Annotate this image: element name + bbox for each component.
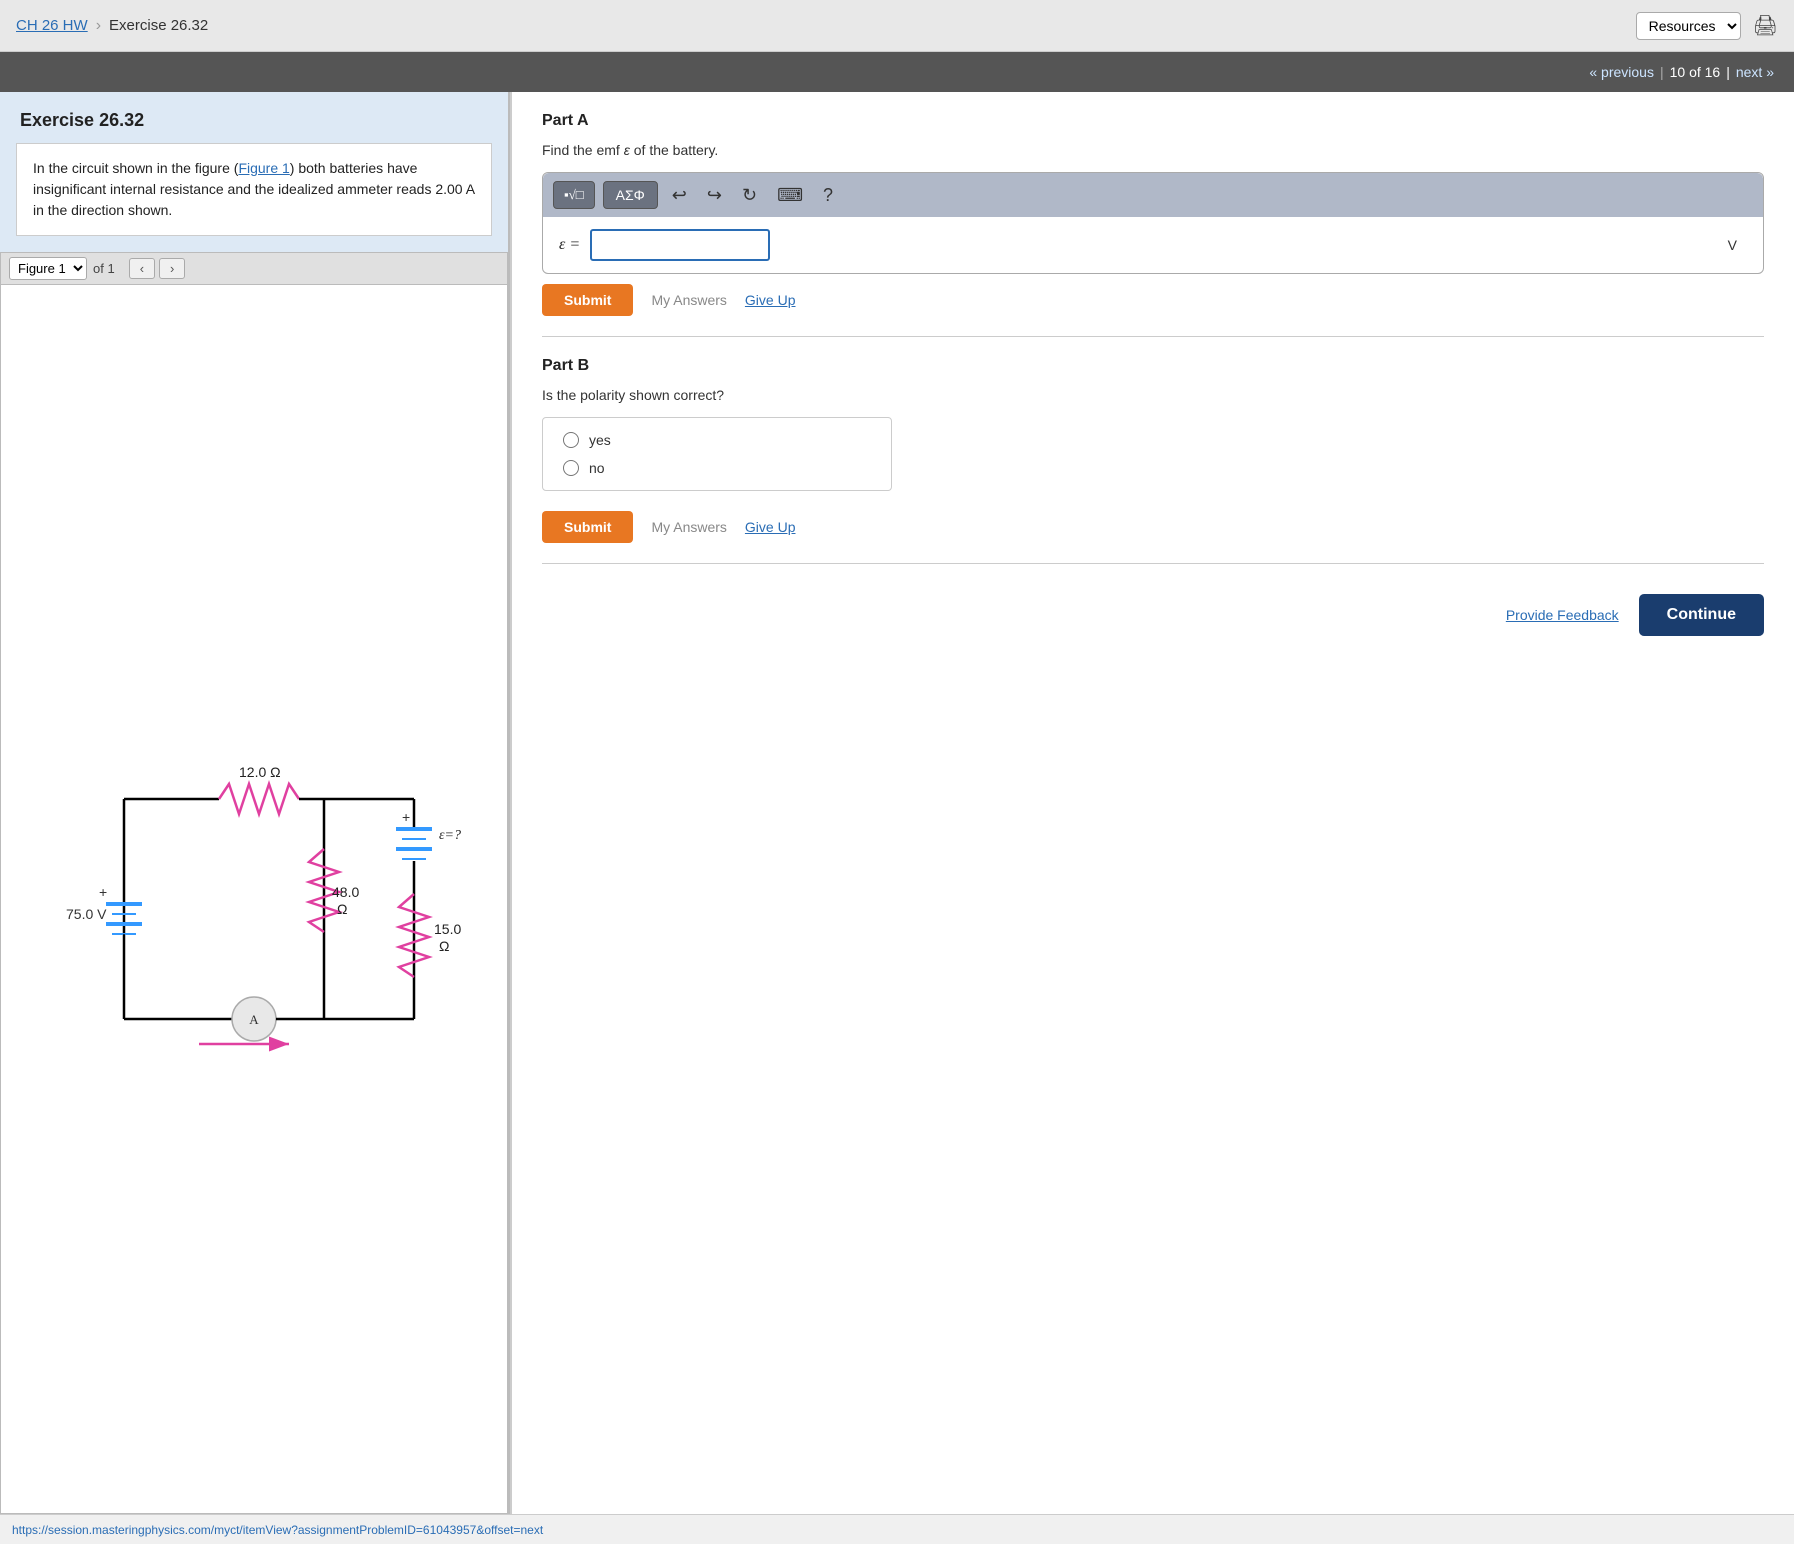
continue-btn[interactable]: Continue	[1639, 594, 1764, 636]
part-a-give-up[interactable]: Give Up	[745, 292, 796, 308]
svg-text:75.0 V: 75.0 V	[66, 906, 107, 922]
breadcrumb-exercise: Exercise 26.32	[109, 17, 208, 34]
breadcrumb-arrow: ›	[96, 17, 101, 35]
part-b-my-answers[interactable]: My Answers	[651, 519, 726, 535]
svg-text:15.0: 15.0	[434, 921, 461, 937]
figure-link[interactable]: Figure 1	[238, 160, 289, 176]
page-count: 10 of 16	[1670, 64, 1721, 80]
svg-text:Ω: Ω	[439, 938, 449, 954]
pagination-bar: « previous | 10 of 16 | next »	[0, 52, 1794, 92]
svg-text:+: +	[99, 884, 107, 900]
left-panel: Exercise 26.32 In the circuit shown in t…	[0, 92, 510, 1514]
undo-btn[interactable]: ↩	[666, 183, 693, 208]
eq-toolbar: ▪√□ ΑΣΦ ↩ ↪ ↻ ⌨ ?	[543, 173, 1763, 217]
emf-input[interactable]	[590, 229, 770, 261]
svg-text:ε=?: ε=?	[439, 828, 461, 843]
emf-unit: V	[1728, 237, 1737, 253]
svg-text:12.0 Ω: 12.0 Ω	[239, 764, 281, 780]
pagination-divider: |	[1660, 64, 1664, 80]
svg-text:+: +	[402, 809, 410, 825]
circuit-diagram: A 12.0 Ω	[44, 719, 464, 1079]
exercise-title: Exercise 26.32	[0, 92, 508, 143]
math-template-btn[interactable]: ▪√□	[553, 181, 595, 209]
radio-yes-label: yes	[589, 432, 611, 448]
breadcrumb-ch26[interactable]: CH 26 HW	[16, 17, 88, 34]
figure-prev-btn[interactable]: ‹	[129, 258, 155, 279]
redo-btn[interactable]: ↪	[701, 183, 728, 208]
figure-of-count: of 1	[93, 261, 115, 276]
part-a-submit-row: Submit My Answers Give Up	[542, 284, 1764, 316]
radio-no-label: no	[589, 460, 605, 476]
main-layout: Exercise 26.32 In the circuit shown in t…	[0, 92, 1794, 1514]
part-a-instruction: Find the emf ε of the battery.	[542, 142, 1764, 158]
part-a-title: Part A	[542, 112, 1764, 130]
figure-nav: ‹ ›	[129, 258, 186, 279]
radio-yes-input[interactable]	[563, 432, 579, 448]
figure-next-btn[interactable]: ›	[159, 258, 185, 279]
part-a-section: Part A Find the emf ε of the battery. ▪√…	[542, 112, 1764, 337]
part-b-submit-btn[interactable]: Submit	[542, 511, 633, 543]
help-btn[interactable]: ?	[817, 183, 839, 208]
part-b-instruction: Is the polarity shown correct?	[542, 387, 1764, 403]
bottom-action-row: Provide Feedback Continue	[542, 594, 1764, 636]
provide-feedback-link[interactable]: Provide Feedback	[1506, 607, 1619, 623]
status-url: https://session.masteringphysics.com/myc…	[12, 1523, 543, 1537]
print-icon[interactable]: 🖨	[1753, 13, 1778, 38]
resources-select[interactable]: Resources	[1636, 12, 1741, 40]
refresh-btn[interactable]: ↻	[736, 183, 763, 208]
figure-image-area: A 12.0 Ω	[0, 284, 508, 1514]
radio-no[interactable]: no	[563, 460, 871, 476]
eq-input-row: ε = V	[543, 217, 1763, 273]
radio-box: yes no	[542, 417, 892, 491]
part-b-give-up[interactable]: Give Up	[745, 519, 796, 535]
figure-container: Figure 1 of 1 ‹ › A	[0, 252, 508, 1514]
part-b-section: Part B Is the polarity shown correct? ye…	[542, 357, 1764, 564]
problem-description: In the circuit shown in the figure (Figu…	[16, 143, 492, 236]
radio-yes[interactable]: yes	[563, 432, 871, 448]
greek-symbol-btn[interactable]: ΑΣΦ	[603, 181, 658, 209]
pagination-divider2: |	[1726, 64, 1730, 80]
radio-no-input[interactable]	[563, 460, 579, 476]
keyboard-btn[interactable]: ⌨	[771, 183, 809, 208]
part-a-submit-btn[interactable]: Submit	[542, 284, 633, 316]
emf-label: ε =	[559, 236, 580, 254]
svg-text:48.0: 48.0	[332, 884, 359, 900]
part-b-title: Part B	[542, 357, 1764, 375]
equation-editor: ▪√□ ΑΣΦ ↩ ↪ ↻ ⌨ ? ε = V	[542, 172, 1764, 274]
top-nav: CH 26 HW › Exercise 26.32 Resources 🖨	[0, 0, 1794, 52]
part-a-my-answers[interactable]: My Answers	[651, 292, 726, 308]
status-bar: https://session.masteringphysics.com/myc…	[0, 1514, 1794, 1544]
figure-label-select[interactable]: Figure 1	[9, 257, 87, 280]
svg-text:Ω: Ω	[337, 901, 347, 917]
prev-link[interactable]: « previous	[1589, 64, 1654, 80]
nav-right: Resources 🖨	[1636, 12, 1778, 40]
desc-text1: In the circuit shown in the figure (	[33, 160, 238, 176]
figure-header: Figure 1 of 1 ‹ ›	[0, 252, 508, 284]
svg-text:A: A	[249, 1012, 259, 1027]
right-panel: Part A Find the emf ε of the battery. ▪√…	[512, 92, 1794, 1514]
next-link[interactable]: next »	[1736, 64, 1774, 80]
part-b-submit-row: Submit My Answers Give Up	[542, 511, 1764, 543]
